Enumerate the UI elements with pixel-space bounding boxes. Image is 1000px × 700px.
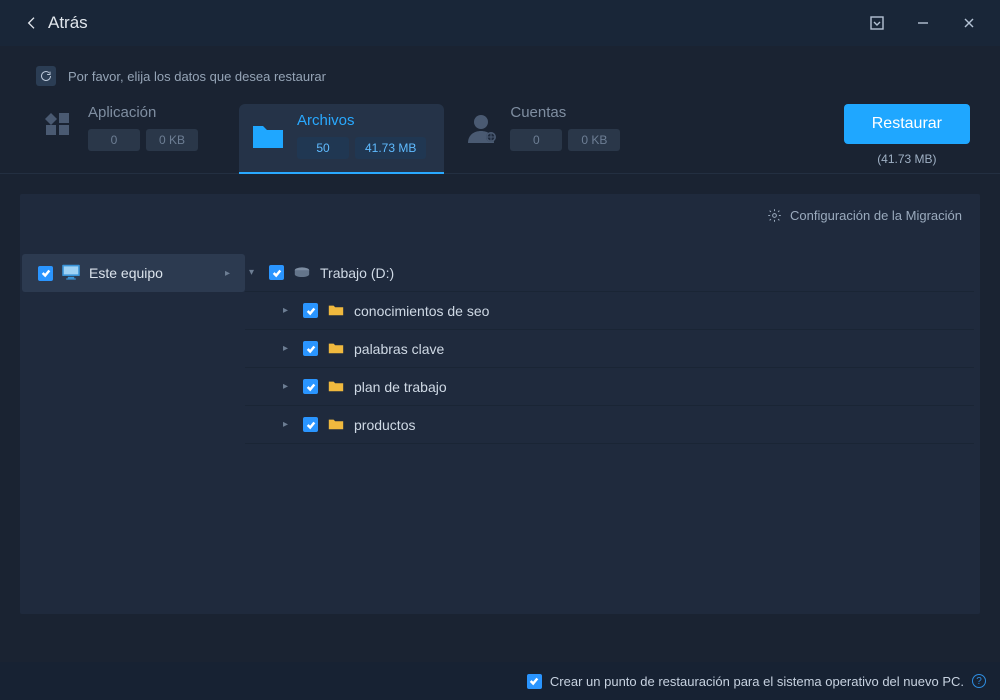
category-application[interactable]: Aplicación 0 0 KB xyxy=(40,104,245,165)
folder-small-icon xyxy=(328,304,344,318)
caret-collapsed-icon: ▸ xyxy=(283,381,293,392)
folder-small-icon xyxy=(328,418,344,432)
minimize-button[interactable] xyxy=(900,0,946,46)
refresh-icon xyxy=(36,66,56,86)
checkbox-restore-point[interactable] xyxy=(527,674,542,689)
instruction-bar: Por favor, elija los datos que desea res… xyxy=(0,58,1000,94)
category-accounts[interactable]: Cuentas 0 0 KB xyxy=(462,104,667,165)
tree-folder-row[interactable]: ▸ productos xyxy=(245,406,974,444)
tree-drive-row[interactable]: ▾ Trabajo (D:) xyxy=(245,254,974,292)
migration-config-link[interactable]: Configuración de la Migración xyxy=(767,208,962,223)
checkbox-folder[interactable] xyxy=(303,417,318,432)
tree-folder-row[interactable]: ▸ palabras clave xyxy=(245,330,974,368)
tree-folder-label: productos xyxy=(354,417,415,433)
migration-config-label: Configuración de la Migración xyxy=(790,208,962,223)
file-panel: Configuración de la Migración Este equip… xyxy=(20,194,980,614)
drive-icon xyxy=(294,266,310,280)
category-files-label: Archivos xyxy=(297,112,426,129)
minimize-icon xyxy=(916,16,930,30)
instruction-text: Por favor, elija los datos que desea res… xyxy=(68,69,326,84)
category-application-count: 0 xyxy=(88,129,140,151)
source-this-pc[interactable]: Este equipo ▸ xyxy=(22,254,245,292)
folder-small-icon xyxy=(328,342,344,356)
checkbox-drive[interactable] xyxy=(269,265,284,280)
tree-folder-row[interactable]: ▸ plan de trabajo xyxy=(245,368,974,406)
category-accounts-count: 0 xyxy=(510,129,562,151)
tree-folder-row[interactable]: ▸ conocimientos de seo xyxy=(245,292,974,330)
category-application-label: Aplicación xyxy=(88,104,198,121)
caret-expanded-icon: ▾ xyxy=(249,267,259,278)
back-button[interactable]: Atrás xyxy=(24,13,88,33)
account-icon xyxy=(462,109,500,147)
monitor-icon xyxy=(61,264,81,283)
source-column: Este equipo ▸ xyxy=(20,254,245,614)
gear-icon xyxy=(767,208,782,223)
category-files-count: 50 xyxy=(297,137,349,159)
title-bar: Atrás xyxy=(0,0,1000,46)
close-icon xyxy=(962,16,976,30)
category-bar: Aplicación 0 0 KB Archivos 50 41.73 MB C… xyxy=(0,94,1000,174)
chevron-right-icon: ▸ xyxy=(225,268,235,279)
source-this-pc-label: Este equipo xyxy=(89,265,217,281)
caret-collapsed-icon: ▸ xyxy=(283,343,293,354)
checkbox-folder[interactable] xyxy=(303,303,318,318)
apps-icon xyxy=(40,109,78,147)
dropdown-window-button[interactable] xyxy=(854,0,900,46)
checkbox-folder[interactable] xyxy=(303,379,318,394)
back-arrow-icon xyxy=(24,15,40,31)
checkbox-folder[interactable] xyxy=(303,341,318,356)
checkbox-this-pc[interactable] xyxy=(38,266,53,281)
tree-drive-label: Trabajo (D:) xyxy=(320,265,394,281)
folder-icon xyxy=(249,117,287,155)
category-accounts-size: 0 KB xyxy=(568,129,620,151)
chevron-down-box-icon xyxy=(870,16,884,30)
back-label: Atrás xyxy=(48,13,88,33)
help-icon[interactable]: ? xyxy=(972,674,986,688)
caret-collapsed-icon: ▸ xyxy=(283,419,293,430)
restore-total-size: (41.73 MB) xyxy=(844,152,970,166)
restore-button[interactable]: Restaurar xyxy=(844,104,970,144)
category-application-size: 0 KB xyxy=(146,129,198,151)
bottom-text: Crear un punto de restauración para el s… xyxy=(550,674,964,689)
close-button[interactable] xyxy=(946,0,992,46)
category-files[interactable]: Archivos 50 41.73 MB xyxy=(239,104,444,173)
tree-folder-label: conocimientos de seo xyxy=(354,303,489,319)
tree-folder-label: palabras clave xyxy=(354,341,444,357)
category-accounts-label: Cuentas xyxy=(510,104,620,121)
category-files-size: 41.73 MB xyxy=(355,137,426,159)
tree-folder-label: plan de trabajo xyxy=(354,379,447,395)
caret-collapsed-icon: ▸ xyxy=(283,305,293,316)
bottom-bar: Crear un punto de restauración para el s… xyxy=(0,662,1000,700)
folder-small-icon xyxy=(328,380,344,394)
tree-column: ▾ Trabajo (D:) ▸ conocimientos de seo ▸ pal… xyxy=(245,254,980,614)
